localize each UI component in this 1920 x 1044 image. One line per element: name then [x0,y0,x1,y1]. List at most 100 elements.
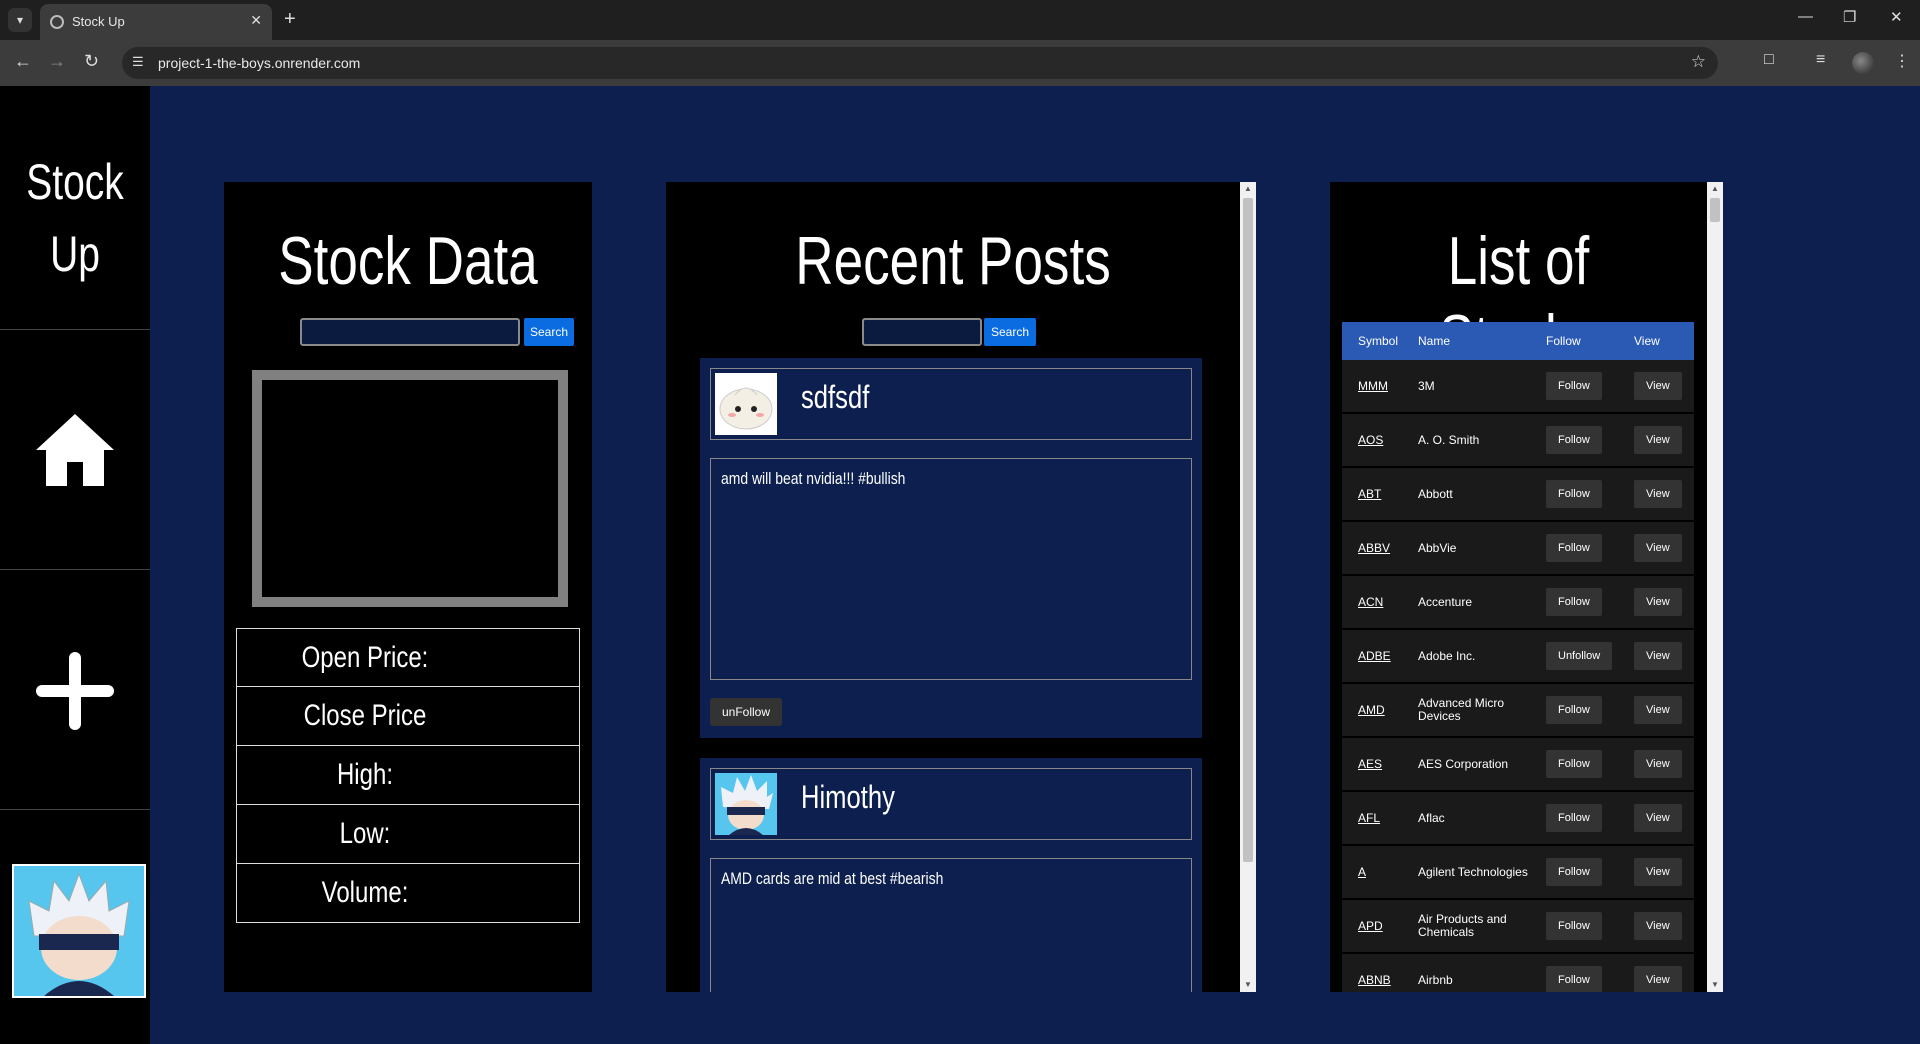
post-avatar [715,773,777,835]
stock-symbol-link[interactable]: AMD [1358,684,1385,736]
bookmark-star-icon[interactable]: ☆ [1691,52,1706,72]
follow-button[interactable]: Follow [1546,588,1602,616]
media-control-icon[interactable]: ≡ [1816,51,1825,69]
stock-table-header: Symbol Name Follow View [1342,322,1694,360]
back-icon[interactable]: ← [14,51,32,72]
view-button[interactable]: View [1634,534,1682,562]
stock-name: Agilent Technologies [1418,864,1528,879]
scroll-up-icon[interactable]: ▲ [1707,182,1723,196]
table-row: AOS A. O. Smith Follow View [1342,414,1694,468]
view-cell: View [1634,576,1682,628]
view-cell: View [1634,954,1682,992]
tab-list-button[interactable]: ▾ [8,8,32,32]
post-username[interactable]: sdfsdf [801,379,869,416]
plus-icon[interactable] [30,646,120,736]
user-avatar[interactable] [12,864,146,998]
close-window-icon[interactable]: ✕ [1890,8,1903,26]
view-button[interactable]: View [1634,750,1682,778]
follow-cell: Follow [1546,522,1602,574]
close-tab-icon[interactable]: ✕ [250,12,262,29]
follow-button[interactable]: Follow [1546,480,1602,508]
stock-symbol-link[interactable]: AFL [1358,792,1380,844]
site-info-icon[interactable]: ☰ [132,54,144,70]
menu-icon[interactable]: ⋮ [1894,51,1910,71]
reload-icon[interactable]: ↻ [84,51,99,72]
stock-symbol-link[interactable]: AES [1358,738,1382,790]
stock-name: Aflac [1418,810,1445,825]
post-text: amd will beat nvidia!!! #bullish [721,469,906,488]
forward-icon[interactable]: → [48,51,66,72]
brand-logo[interactable]: Stock Up [17,146,134,290]
follow-button[interactable]: Follow [1546,426,1602,454]
stock-name: AES Corporation [1418,756,1509,771]
follow-button[interactable]: Follow [1546,372,1602,400]
view-cell: View [1634,522,1682,574]
view-button[interactable]: View [1634,966,1682,992]
view-button[interactable]: View [1634,372,1682,400]
tab-title: Stock Up [72,14,125,29]
follow-button[interactable]: Follow [1546,750,1602,778]
follow-button[interactable]: Follow [1546,804,1602,832]
stock-symbol-link[interactable]: A [1358,846,1366,898]
view-button[interactable]: View [1634,588,1682,616]
post-username[interactable]: Himothy [801,779,895,816]
post-search-input[interactable] [862,318,982,346]
minimize-icon[interactable]: — [1798,8,1813,25]
view-button[interactable]: View [1634,426,1682,454]
stock-symbol-link[interactable]: ACN [1358,576,1383,628]
high-label: High: [336,758,394,791]
extensions-icon[interactable]: □ [1764,51,1774,69]
view-button[interactable]: View [1634,480,1682,508]
stock-search-button[interactable]: Search [524,318,574,346]
stock-stats-table: Open Price: Close Price High: Low: Volum… [236,628,580,923]
address-bar[interactable]: ☰ project-1-the-boys.onrender.com ☆ [122,47,1718,79]
home-icon[interactable] [30,406,120,496]
scroll-up-icon[interactable]: ▲ [1240,182,1256,196]
browser-toolbar: ← → ↻ ☰ project-1-the-boys.onrender.com … [0,40,1920,86]
stock-symbol-link[interactable]: APD [1358,900,1383,952]
new-tab-button[interactable]: + [284,8,296,30]
follow-button[interactable]: Follow [1546,966,1602,992]
post-body: AMD cards are mid at best #bearish [710,858,1192,992]
stock-name: Adobe Inc. [1418,648,1476,663]
stock-symbol-link[interactable]: ABBV [1358,522,1390,574]
follow-button[interactable]: Follow [1546,858,1602,886]
stock-symbol-link[interactable]: ABNB [1358,954,1391,992]
unfollow-button[interactable]: unFollow [710,698,783,726]
posts-scroll-thumb[interactable] [1243,198,1253,862]
stock-table: Symbol Name Follow View MMM 3M Follow View A… [1342,322,1694,992]
table-row: AES AES Corporation Follow View [1342,738,1694,792]
post-search-button[interactable]: Search [984,318,1036,346]
stock-symbol-link[interactable]: ADBE [1358,630,1391,682]
stock-symbol-link[interactable]: ABT [1358,468,1381,520]
stock-symbol-link[interactable]: AOS [1358,414,1383,466]
restore-icon[interactable]: ❐ [1843,8,1856,26]
stock-search-input[interactable] [300,318,520,346]
stock-symbol-link[interactable]: MMM [1358,360,1388,412]
view-button[interactable]: View [1634,696,1682,724]
view-button[interactable]: View [1634,912,1682,940]
brand-line-1: Stock [26,154,124,210]
follow-button[interactable]: Follow [1546,696,1602,724]
low-label: Low: [339,817,391,850]
follow-button[interactable]: Follow [1546,534,1602,562]
stock-data-title: Stock Data [278,223,538,299]
follow-cell: Follow [1546,576,1602,628]
scroll-down-icon[interactable]: ▼ [1240,978,1256,992]
volume-row: Volume: [236,864,580,923]
view-button[interactable]: View [1634,642,1682,670]
view-cell: View [1634,630,1682,682]
posts-scrollbar[interactable]: ▲ ▼ [1240,182,1256,992]
scroll-down-icon[interactable]: ▼ [1707,978,1723,992]
follow-button[interactable]: Follow [1546,912,1602,940]
follow-button[interactable]: Unfollow [1546,642,1613,670]
view-button[interactable]: View [1634,858,1682,886]
view-cell: View [1634,792,1682,844]
stocks-scrollbar[interactable]: ▲ ▼ [1707,182,1723,992]
table-row: MMM 3M Follow View [1342,360,1694,414]
browser-tab[interactable]: Stock Up ✕ [40,4,272,40]
stock-table-body: MMM 3M Follow View AOS A. O. Smith Follow View A… [1342,360,1694,992]
stocks-scroll-thumb[interactable] [1710,198,1720,222]
profile-avatar[interactable] [1852,52,1874,74]
view-button[interactable]: View [1634,804,1682,832]
